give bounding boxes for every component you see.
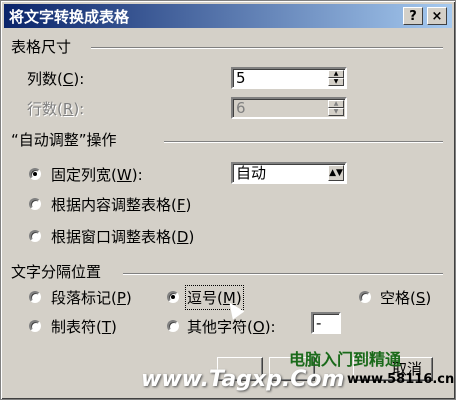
fixed-width-radio[interactable] (29, 168, 41, 180)
spin-up-icon[interactable]: ▲ (328, 70, 344, 78)
other-char-label: 其他字符(O): (187, 318, 276, 336)
autofit-group-title: “自动调整”操作 (11, 131, 117, 149)
group-divider (123, 273, 443, 275)
title-bar[interactable]: 将文字转换成表格 ? × (4, 4, 452, 28)
rows-spinner: ▲ ▼ (328, 100, 344, 116)
group-divider (164, 141, 443, 143)
comma-radio[interactable] (167, 291, 179, 303)
space-label: 空格(S) (380, 289, 432, 307)
other-char-input[interactable]: - (311, 312, 341, 334)
close-button[interactable]: × (427, 7, 447, 25)
space-radio[interactable] (359, 291, 371, 303)
fixed-width-label: 固定列宽(W): (51, 166, 143, 184)
tab-char-radio[interactable] (29, 320, 41, 332)
tab-char-label: 制表符(T) (51, 318, 117, 336)
spin-icon[interactable]: ▲▼ (328, 165, 344, 181)
watermark-text: 电脑入门到精通 (289, 350, 402, 369)
columns-input[interactable]: 5 ▲ ▼ (231, 67, 347, 89)
rows-input: 6 ▲ ▼ (231, 97, 347, 119)
paragraph-mark-radio[interactable] (29, 291, 41, 303)
watermark-text: www.58116.cn (347, 372, 455, 387)
rows-label: 行数(R): (27, 100, 85, 118)
columns-label: 列数(C): (27, 70, 85, 88)
spin-down-icon: ▼ (328, 108, 344, 116)
dialog-window: 将文字转换成表格 ? × 表格尺寸 列数(C): 5 ▲ ▼ 行数(R): 6 … (0, 0, 456, 400)
separator-group-title: 文字分隔位置 (11, 263, 102, 281)
help-button[interactable]: ? (403, 7, 423, 25)
spin-down-icon[interactable]: ▼ (328, 78, 344, 86)
autofit-content-radio[interactable] (29, 198, 41, 210)
window-title: 将文字转换成表格 (9, 8, 130, 26)
table-size-group-title: 表格尺寸 (11, 38, 72, 56)
autofit-content-label: 根据内容调整表格(F) (51, 196, 192, 214)
spin-up-icon: ▲ (328, 100, 344, 108)
autofit-window-label: 根据窗口调整表格(D) (51, 228, 195, 246)
other-char-radio[interactable] (167, 320, 179, 332)
group-divider (91, 47, 443, 49)
autofit-window-radio[interactable] (29, 230, 41, 242)
columns-spinner[interactable]: ▲ ▼ (328, 70, 344, 86)
watermark-text: www.Tagxp.Com (141, 367, 345, 392)
paragraph-mark-label: 段落标记(P) (51, 289, 132, 307)
fixed-width-select[interactable]: 自动 ▲▼ (231, 162, 347, 184)
